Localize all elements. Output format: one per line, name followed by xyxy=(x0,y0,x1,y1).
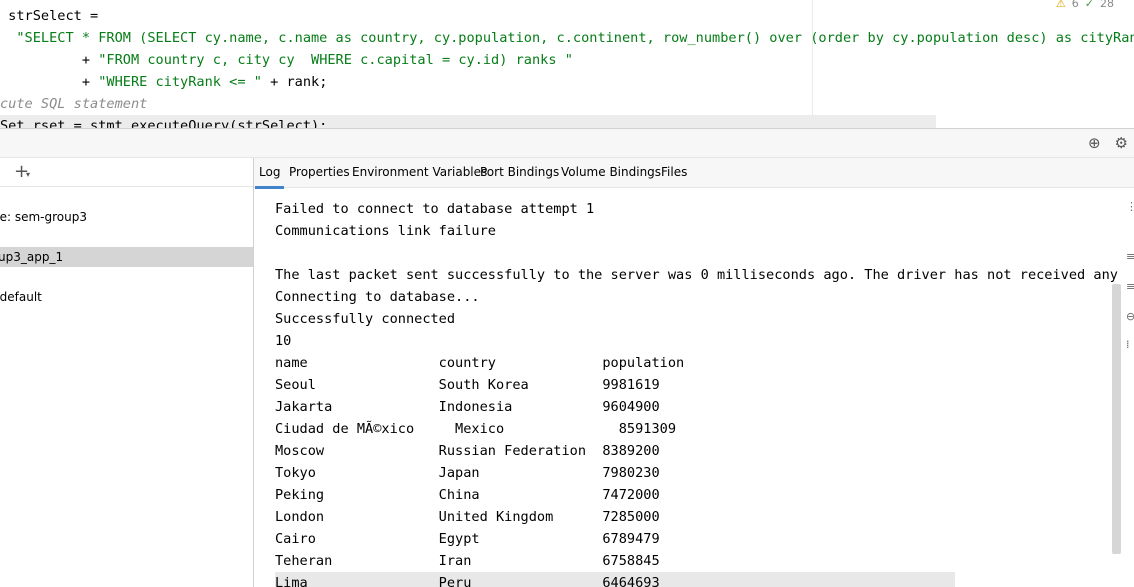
check-icon: ✓ xyxy=(1084,0,1094,10)
log-line: Seoul South Korea 9981619 xyxy=(275,377,660,393)
log-line: Jakarta Indonesia 9604900 xyxy=(275,399,660,415)
tab-log[interactable]: Log xyxy=(254,165,285,189)
tool-window-header: ⊕ ⚙ xyxy=(0,129,1134,158)
code-line[interactable]: + "WHERE cityRank <= " + rank; xyxy=(0,71,328,93)
checks-count: 28 xyxy=(1100,0,1114,10)
tab-volume-bindings[interactable]: Volume Bindings xyxy=(561,165,661,179)
code-line[interactable]: Set rset = stmt.executeQuery(strSelect); xyxy=(0,115,936,128)
chevron-down-icon[interactable]: ▾ xyxy=(26,170,30,179)
log-output[interactable]: Failed to connect to database attempt 1 C… xyxy=(262,189,1120,587)
code-token: "SELECT * FROM (SELECT cy.name, c.name a… xyxy=(0,30,1134,46)
crosshair-icon[interactable]: ⊕ xyxy=(1088,134,1101,152)
right-margin-guide xyxy=(812,0,813,128)
log-line: London United Kingdom 7285000 xyxy=(275,509,660,525)
code-editor[interactable]: strSelect = "SELECT * FROM (SELECT cy.na… xyxy=(0,0,1134,128)
code-line[interactable]: + "FROM country c, city cy WHERE c.capit… xyxy=(0,49,573,71)
log-line: Successfully connected xyxy=(275,311,456,327)
log-line: Teheran Iran 6758845 xyxy=(275,553,660,569)
log-line: Communications link failure xyxy=(275,223,496,239)
tab-port-bindings[interactable]: Port Bindings xyxy=(480,165,559,179)
detail-tabs: Log Properties Environment Variables Por… xyxy=(254,158,1134,189)
code-token: cute SQL statement xyxy=(0,96,148,112)
log-line: Connecting to database... xyxy=(275,289,480,305)
tree-toolbar: + ▾ xyxy=(0,158,253,187)
services-tool-window: ⊕ ⚙ + ▾ ose: sem-group3 roup3_app_1 3_de… xyxy=(0,128,1134,587)
services-tree-panel: + ▾ ose: sem-group3 roup3_app_1 3_defaul… xyxy=(0,158,254,587)
code-line[interactable]: cute SQL statement xyxy=(0,93,147,115)
code-line[interactable]: strSelect = xyxy=(0,5,98,27)
log-scrollbar[interactable] xyxy=(1112,284,1121,554)
log-line: Peking China 7472000 xyxy=(275,487,660,503)
warnings-count: 6 xyxy=(1071,0,1079,10)
log-line: Tokyo Japan 7980230 xyxy=(275,465,660,481)
code-token: strSelect = xyxy=(0,8,99,24)
code-token: Set rset = stmt.executeQuery(strSelect); xyxy=(0,118,328,128)
code-token: "WHERE cityRank <= " xyxy=(98,74,262,90)
warning-icon: ⚠ xyxy=(1055,0,1066,10)
code-token: + xyxy=(0,52,99,68)
code-token: "FROM country c, city cy WHERE c.capital… xyxy=(98,52,573,68)
code-token: + rank; xyxy=(261,74,328,90)
gear-icon[interactable]: ⚙ xyxy=(1115,134,1128,152)
tree-item-compose[interactable]: ose: sem-group3 xyxy=(0,207,253,227)
pin-icon[interactable]: ⁞ xyxy=(1126,338,1130,351)
log-line: Failed to connect to database attempt 1 xyxy=(275,201,595,217)
log-line: The last packet sent successfully to the… xyxy=(275,267,1120,283)
clear-icon[interactable]: ⊖ xyxy=(1126,310,1134,323)
code-line[interactable]: "SELECT * FROM (SELECT cy.name, c.name a… xyxy=(0,27,1134,49)
log-line: 10 xyxy=(275,333,292,349)
tab-files[interactable]: Files xyxy=(661,165,687,179)
code-area[interactable]: strSelect = "SELECT * FROM (SELECT cy.na… xyxy=(0,0,1134,128)
scroll-end-icon[interactable]: ≡ xyxy=(1126,250,1134,263)
inspection-widget[interactable]: ⚠ 6 ✓ 28 xyxy=(1056,0,1114,10)
tree-item-app-container[interactable]: roup3_app_1 xyxy=(0,247,253,267)
tree-item-network[interactable]: 3_default xyxy=(0,287,253,307)
tab-properties[interactable]: Properties xyxy=(289,165,350,179)
wrap-icon[interactable]: ⋮ xyxy=(1126,200,1134,213)
log-line: Cairo Egypt 6789479 xyxy=(275,531,660,547)
log-line: Ciudad de MÃ©xico Mexico 8591309 xyxy=(275,421,677,437)
side-toolbar-strip: ⋮ ≡ ≡ ⊖ ⁞ xyxy=(1124,190,1134,586)
log-line: name country population xyxy=(275,355,685,371)
log-line: Lima Peru 6464693 xyxy=(275,572,955,587)
log-line: Moscow Russian Federation 8389200 xyxy=(275,443,660,459)
code-token: + xyxy=(0,74,99,90)
tab-environment-variables[interactable]: Environment Variables xyxy=(352,165,487,179)
filter-icon[interactable]: ≡ xyxy=(1126,280,1134,293)
